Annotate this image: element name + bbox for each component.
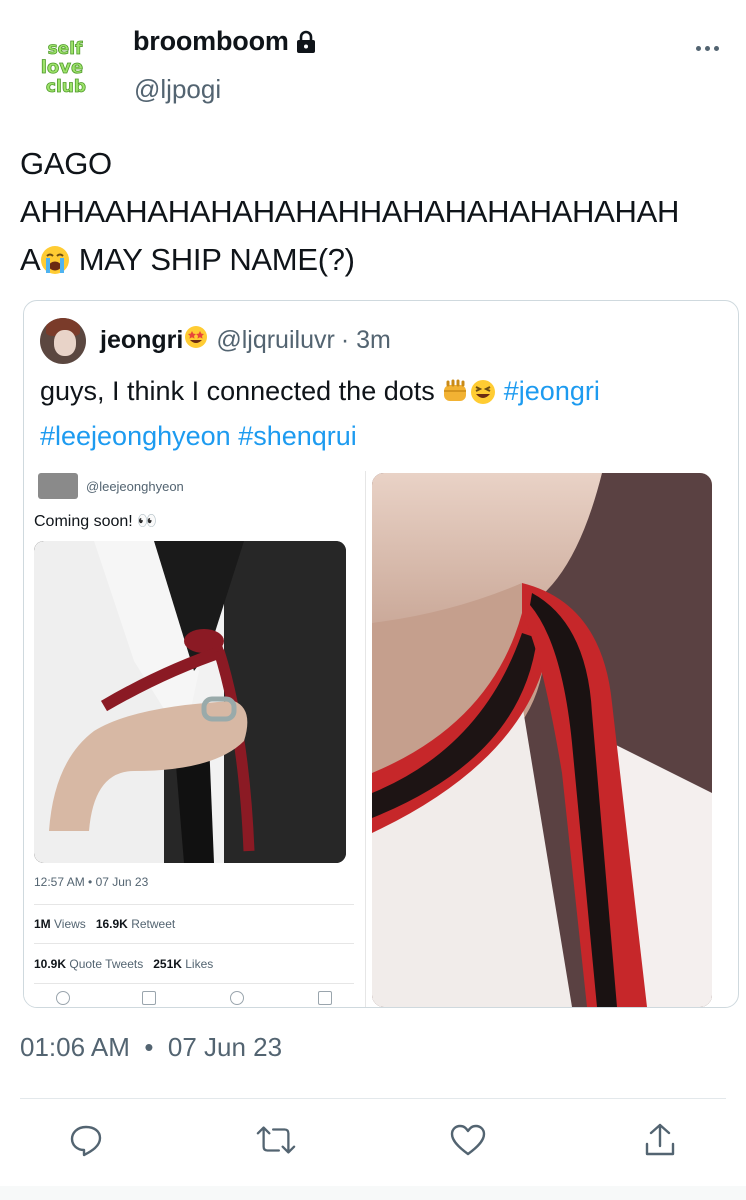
- embedded-stats-row-2: 10.9K Quote Tweets 251K Likes: [34, 957, 214, 971]
- author-handle[interactable]: @ljpogi: [134, 74, 221, 105]
- tweet-text: GAGO AHHAAHAHAHAHAHAHHAHAHAHAHAHAHAH A M…: [20, 140, 735, 289]
- hashtag-link[interactable]: #jeongri: [504, 376, 600, 406]
- loudly-crying-emoji-icon: [40, 241, 70, 289]
- quoted-author-handle[interactable]: @ljqruiluvr: [216, 326, 334, 355]
- hashtag-link[interactable]: #leejeonghyeon: [40, 421, 231, 451]
- more-options-icon[interactable]: [690, 34, 724, 62]
- star-struck-emoji-icon: [184, 325, 208, 356]
- quoted-media-image-1[interactable]: @leejeonghyeon Coming soon! 👀 12:57 AM •…: [24, 471, 366, 1007]
- tweet-timestamp[interactable]: 01:06 AM • 07 Jun 23: [20, 1032, 282, 1063]
- fist-emoji-icon: [442, 376, 470, 416]
- svg-text:club: club: [46, 77, 86, 97]
- tweet-line: GAGO: [20, 146, 112, 181]
- quoted-tweet-text: guys, I think I connected the dots #jeon…: [40, 371, 730, 456]
- share-icon[interactable]: [640, 1120, 680, 1160]
- quoted-author-name[interactable]: jeongri: [100, 326, 183, 355]
- embedded-meta: 12:57 AM • 07 Jun 23: [34, 875, 149, 889]
- quoted-text-body: guys, I think I connected the dots: [40, 376, 443, 406]
- hashtag-link[interactable]: #shenqrui: [238, 421, 357, 451]
- embedded-avatar: [38, 473, 78, 499]
- embedded-stats-row-1: 1M Views 16.9K Retweet: [34, 917, 176, 931]
- retweet-icon[interactable]: [256, 1120, 296, 1160]
- self-love-club-logo: self love club: [22, 30, 108, 102]
- author-avatar[interactable]: self love club: [22, 30, 108, 102]
- embedded-handle: @leejeonghyeon: [86, 479, 184, 494]
- grinning-squinting-emoji-icon: [470, 376, 496, 416]
- tweet-line: A MAY SHIP NAME(?): [20, 236, 735, 289]
- quoted-tweet-header: jeongri @ljqruiluvr · 3m: [100, 325, 391, 356]
- author-display-name[interactable]: broomboom: [133, 26, 289, 57]
- quoted-tweet-time: · 3m: [340, 326, 391, 354]
- quoted-tweet-card[interactable]: jeongri @ljqruiluvr · 3m guys, I think I…: [23, 300, 739, 1008]
- author-name-row[interactable]: broomboom: [133, 26, 317, 57]
- tweet-line: AHHAAHAHAHAHAHAHHAHAHAHAHAHAHAH: [20, 194, 680, 229]
- svg-text:self: self: [48, 39, 83, 59]
- reply-icon[interactable]: [66, 1120, 106, 1160]
- tweet-actions-bar: [0, 1120, 746, 1170]
- svg-text:love: love: [41, 57, 83, 78]
- embedded-photo: [34, 541, 346, 863]
- divider: [20, 1098, 726, 1099]
- lock-icon: [295, 30, 317, 54]
- embedded-text: Coming soon! 👀: [34, 513, 158, 530]
- embedded-actions: [34, 991, 354, 1007]
- quoted-author-avatar[interactable]: [40, 318, 86, 364]
- heart-icon[interactable]: [448, 1120, 488, 1160]
- bottom-bar: [0, 1186, 746, 1200]
- quoted-media-image-2[interactable]: [372, 473, 712, 1007]
